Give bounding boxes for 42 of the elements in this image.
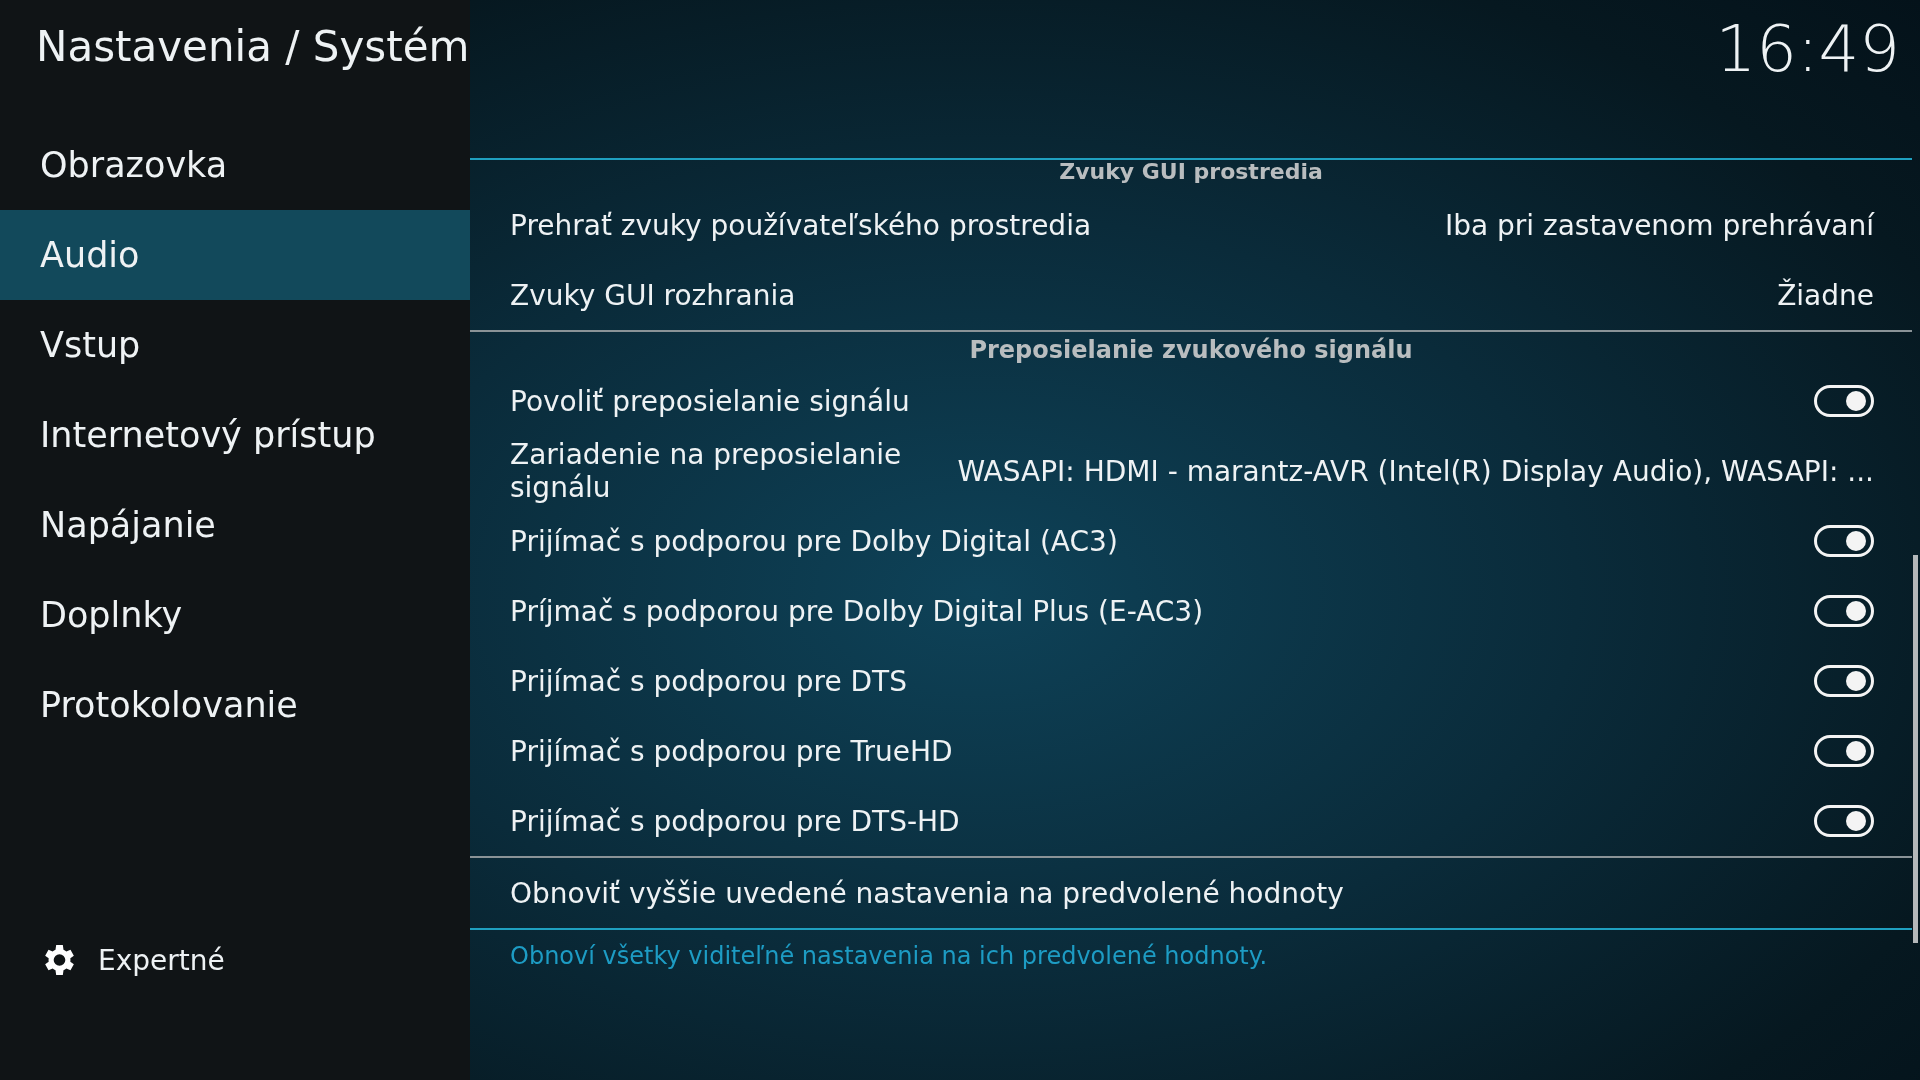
clock: 16:49 (1715, 11, 1901, 86)
setting-row[interactable]: Príjmač s podporou pre Dolby Digital Plus (E-AC3) (470, 576, 1912, 646)
scrollbar[interactable] (1913, 555, 1918, 943)
sidebar-item[interactable]: Napájanie (0, 480, 470, 570)
toggle-switch[interactable] (1814, 735, 1874, 767)
setting-label: Prehrať zvuky používateľského prostredia (510, 208, 1092, 242)
setting-label: Prijímač s podporou pre DTS (510, 664, 907, 698)
setting-label: Prijímač s podporou pre Dolby Digital (AC3) (510, 524, 1118, 558)
setting-label: Povoliť preposielanie signálu (510, 384, 910, 418)
setting-value: Žiadne (1777, 278, 1874, 312)
window-title: Nastavenia / Systém (35, 21, 470, 73)
setting-row[interactable]: Zariadenie na preposielanie signálu WASAPI: HDMI - marantz-AVR (Intel(R) Display Audio), WASAPI: ... (470, 436, 1912, 506)
setting-row[interactable]: Prijímač s podporou pre DTS-HD (470, 786, 1912, 856)
sidebar-item[interactable]: Doplnky (0, 570, 470, 660)
setting-row[interactable]: Prijímač s podporou pre Dolby Digital (AC3) (470, 506, 1912, 576)
setting-label: Prijímač s podporou pre DTS-HD (510, 804, 960, 838)
setting-row[interactable]: Prijímač s podporou pre TrueHD (470, 716, 1912, 786)
setting-label: Príjmač s podporou pre Dolby Digital Plus (E-AC3) (510, 594, 1204, 628)
toggle-switch[interactable] (1814, 805, 1874, 837)
setting-row[interactable]: Prijímač s podporou pre DTS (470, 646, 1912, 716)
section-heading: Preposielanie zvukového signálu (969, 335, 1413, 366)
setting-row[interactable]: Zvuky GUI rozhrania Žiadne (470, 260, 1912, 330)
toggle-switch[interactable] (1814, 595, 1874, 627)
setting-label: Zvuky GUI rozhrania (510, 278, 796, 312)
reset-button[interactable]: Obnoviť vyššie uvedené nastavenia na predvolené hodnoty (470, 858, 1912, 928)
setting-description: Obnoví všetky viditeľné nastavenia na ich predvolené hodnoty. (509, 941, 1269, 970)
sidebar-item[interactable]: Obrazovka (0, 120, 470, 210)
settings-level-button[interactable]: Expertné (0, 940, 225, 980)
toggle-switch[interactable] (1814, 665, 1874, 697)
sidebar-item[interactable]: Protokolovanie (0, 660, 470, 750)
setting-label: Zariadenie na preposielanie signálu (510, 438, 903, 504)
sidebar-item[interactable]: Internetový prístup (0, 390, 470, 480)
setting-value: WASAPI: HDMI - marantz-AVR (Intel(R) Display Audio), WASAPI: ... (957, 454, 1874, 488)
sidebar-item[interactable]: Audio (0, 210, 470, 300)
section-heading: Zvuky GUI prostredia (1059, 160, 1323, 184)
toggle-switch[interactable] (1814, 525, 1874, 557)
setting-value: Iba pri zastavenom prehrávaní (1444, 208, 1874, 242)
setting-row[interactable]: Povoliť preposielanie signálu (470, 366, 1912, 436)
toggle-switch[interactable] (1814, 385, 1874, 417)
setting-row[interactable]: Prehrať zvuky používateľského prostredia Iba pri zastavenom prehrávaní (470, 190, 1912, 260)
setting-label: Prijímač s podporou pre TrueHD (510, 734, 953, 768)
sidebar-item[interactable]: Vstup (0, 300, 470, 390)
